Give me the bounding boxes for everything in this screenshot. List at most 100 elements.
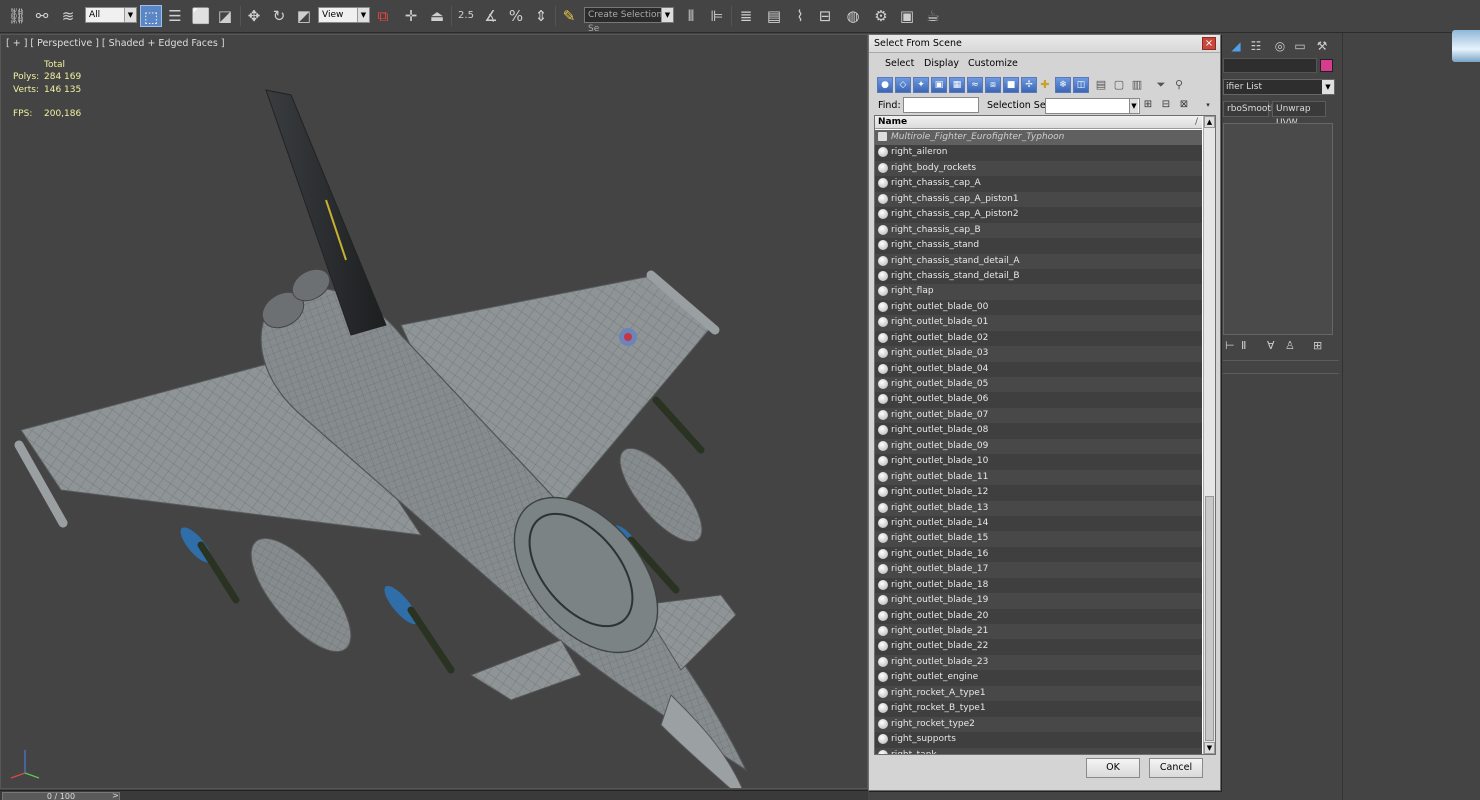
find-input[interactable] (903, 97, 979, 113)
list-item[interactable]: right_body_rockets (875, 160, 1202, 177)
list-item[interactable]: right_outlet_blade_23 (875, 654, 1202, 671)
next-frame-button[interactable]: > (112, 791, 119, 800)
snaps-toggle-icon[interactable]: 2.5 (455, 5, 477, 27)
scroll-up-icon[interactable]: ▲ (1204, 116, 1215, 128)
rendered-frame-icon[interactable]: ▣ (896, 5, 918, 27)
display-invert-icon[interactable]: ▥ (1129, 77, 1145, 93)
list-item[interactable]: right_outlet_blade_05 (875, 377, 1202, 393)
utilities-panel-icon[interactable]: ⚒ (1313, 37, 1331, 55)
remove-modifier-icon[interactable]: ♙ (1285, 339, 1295, 352)
list-item[interactable]: right_flap (875, 284, 1202, 300)
modifier-list-dropdown[interactable]: ifier List ▼ (1223, 79, 1335, 95)
display-helpers-icon[interactable]: ▦ (949, 77, 965, 93)
display-all-icon[interactable]: ▤ (1093, 77, 1109, 93)
list-item[interactable]: right_outlet_blade_20 (875, 608, 1202, 624)
list-item[interactable]: right_chassis_stand_detail_A (875, 253, 1202, 269)
menu-customize[interactable]: Customize (968, 58, 1018, 69)
list-item[interactable]: right_outlet_blade_00 (875, 299, 1202, 316)
list-item[interactable]: right_outlet_blade_03 (875, 346, 1202, 362)
list-item[interactable]: right_outlet_blade_19 (875, 593, 1202, 609)
selection-set-dropdown[interactable]: ▼ (1045, 97, 1141, 114)
expand-toolbar-icon[interactable]: ▾ (1201, 98, 1215, 112)
list-item[interactable]: Multirole_Fighter_Eurofighter_Typhoon (875, 130, 1202, 146)
list-item[interactable]: right_chassis_stand (875, 238, 1202, 254)
object-color-swatch[interactable] (1320, 59, 1333, 72)
jet-model-render[interactable] (1, 35, 867, 788)
display-none-icon[interactable]: ▢ (1111, 77, 1127, 93)
display-panel-icon[interactable]: ▭ (1291, 37, 1309, 55)
menu-select[interactable]: Select (885, 58, 914, 69)
window-crossing-icon[interactable]: ◪ (214, 5, 236, 27)
bind-space-warp-icon[interactable]: ≋ (57, 5, 79, 27)
list-item[interactable]: right_chassis_stand_detail_B (875, 268, 1202, 285)
list-item[interactable]: right_rocket_type2 (875, 716, 1202, 733)
menu-display[interactable]: Display (924, 58, 959, 69)
list-item[interactable]: right_outlet_blade_14 (875, 515, 1202, 532)
list-item[interactable]: right_outlet_blade_18 (875, 577, 1202, 594)
rotate-icon[interactable]: ↻ (268, 5, 290, 27)
select-set-icon[interactable]: ⊞ (1141, 98, 1155, 112)
perspective-viewport[interactable]: [ + ] [ Perspective ] [ Shaded + Edged F… (0, 34, 868, 789)
select-by-name-icon[interactable]: ☰ (164, 5, 186, 27)
display-lights-icon[interactable]: ✦ (913, 77, 929, 93)
list-item[interactable]: right_outlet_blade_12 (875, 485, 1202, 501)
list-item[interactable]: right_outlet_blade_10 (875, 454, 1202, 470)
list-item[interactable]: right_outlet_blade_01 (875, 315, 1202, 331)
display-shapes-icon[interactable]: ◇ (895, 77, 911, 93)
named-selection-sets-dropdown[interactable]: Create Selection Se ▼ (584, 7, 674, 34)
display-space-warps-icon[interactable]: ≈ (967, 77, 983, 93)
list-item[interactable]: right_outlet_blade_17 (875, 562, 1202, 578)
cancel-button[interactable]: Cancel (1149, 758, 1203, 778)
selection-set-input[interactable] (1045, 98, 1140, 114)
curve-editor-icon[interactable]: ⌇ (789, 5, 811, 27)
render-icon[interactable]: ☕ (922, 5, 944, 27)
percent-snap-icon[interactable]: % (505, 5, 527, 27)
autodesk-logo-icon[interactable] (1452, 30, 1480, 62)
link-icon[interactable]: ⛓ (6, 5, 28, 27)
display-frozen-icon[interactable]: ❄ (1055, 77, 1071, 93)
list-item[interactable]: right_tank (875, 747, 1202, 754)
list-item[interactable]: right_supports (875, 732, 1202, 748)
list-item[interactable]: right_chassis_cap_A_piston1 (875, 191, 1202, 208)
material-editor-icon[interactable]: ◍ (842, 5, 864, 27)
list-item[interactable]: right_outlet_blade_16 (875, 546, 1202, 563)
keyboard-shortcut-icon[interactable]: ⏏ (426, 5, 448, 27)
column-header-name[interactable]: Name / (875, 116, 1202, 129)
unlink-icon[interactable]: ⚯ (31, 5, 53, 27)
list-item[interactable]: right_outlet_blade_04 (875, 361, 1202, 377)
add-to-set-icon[interactable]: ⊟ (1159, 98, 1173, 112)
filter-icon[interactable]: ⏷ (1153, 77, 1169, 93)
list-item[interactable]: right_outlet_blade_21 (875, 624, 1202, 640)
list-item[interactable]: right_outlet_engine (875, 670, 1202, 686)
angle-snap-icon[interactable]: ∡ (480, 5, 502, 27)
rect-region-icon[interactable]: ⬜ (190, 5, 212, 27)
list-item[interactable]: right_chassis_cap_A (875, 176, 1202, 192)
move-icon[interactable]: ✥ (243, 5, 265, 27)
display-cameras-icon[interactable]: ▣ (931, 77, 947, 93)
layer-manager-icon[interactable]: ≣ (735, 5, 757, 27)
render-setup-icon[interactable]: ⚙ (870, 5, 892, 27)
list-item[interactable]: right_outlet_blade_22 (875, 639, 1202, 655)
list-item[interactable]: right_aileron (875, 145, 1202, 161)
use-pivot-icon[interactable]: ⧉ (372, 5, 394, 27)
close-icon[interactable]: × (1202, 37, 1216, 50)
hierarchy-panel-icon[interactable]: ☷ (1247, 37, 1265, 55)
list-item[interactable]: right_chassis_cap_B (875, 222, 1202, 239)
display-hidden-icon[interactable]: ◫ (1073, 77, 1089, 93)
reference-coordinate-dropdown[interactable]: View ▼ (318, 7, 370, 23)
mirror-icon[interactable]: ⫴ (680, 5, 702, 27)
schematic-view-icon[interactable]: ⊟ (814, 5, 836, 27)
edit-named-sets-icon[interactable]: ✎ (558, 5, 580, 27)
selection-filter-dropdown[interactable]: All ▼ (85, 7, 137, 23)
dialog-title-bar[interactable]: Select From Scene × (869, 35, 1220, 53)
list-item[interactable]: right_outlet_blade_08 (875, 423, 1202, 439)
display-groups-icon[interactable]: ⧈ (985, 77, 1001, 93)
display-geometry-icon[interactable]: ● (877, 77, 893, 93)
motion-panel-icon[interactable]: ◎ (1271, 37, 1289, 55)
list-scrollbar[interactable]: ▲ ▼ (1203, 116, 1215, 754)
pin-stack-icon[interactable]: ⊢ (1225, 339, 1235, 352)
select-object-icon[interactable]: ⬚ (140, 5, 162, 27)
ribbon-icon[interactable]: ▤ (763, 5, 785, 27)
modifier-stack[interactable] (1223, 123, 1333, 335)
list-item[interactable]: right_outlet_blade_07 (875, 407, 1202, 424)
